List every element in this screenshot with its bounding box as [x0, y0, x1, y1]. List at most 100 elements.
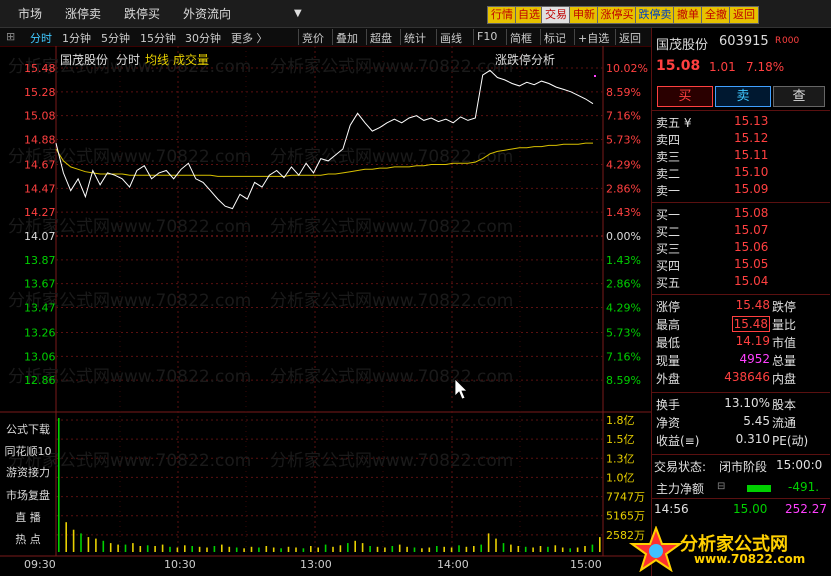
- tool-8[interactable]: +自选: [578, 30, 609, 46]
- volume-bar: [391, 546, 394, 552]
- query-button[interactable]: 查: [773, 86, 825, 107]
- menu-button-2[interactable]: 交易: [541, 6, 571, 24]
- pct-axis-label: 1.43%: [606, 206, 641, 219]
- tab-timeshare[interactable]: 分时: [30, 30, 52, 46]
- side-button-3[interactable]: 市场复盘: [2, 487, 54, 503]
- tool-9[interactable]: 返回: [619, 30, 641, 46]
- menu-button-3[interactable]: 申新: [569, 6, 599, 24]
- volume-bar: [569, 548, 571, 552]
- volume-bar: [398, 544, 401, 552]
- time-axis-label: 09:30: [24, 558, 56, 571]
- menu-button-1[interactable]: 自选: [515, 6, 543, 24]
- trade-status-label: 交易状态:: [654, 460, 707, 474]
- tool-6[interactable]: 简框: [510, 30, 532, 46]
- tool-4[interactable]: 画线: [440, 30, 462, 46]
- toolbar-separator: [574, 29, 575, 45]
- side-button-2[interactable]: 游资接力: [2, 464, 54, 480]
- volume-bar: [480, 544, 482, 552]
- volume-bar: [502, 543, 505, 552]
- price-axis-label: 14.67: [24, 159, 56, 172]
- quote-change: 1.01: [709, 60, 736, 74]
- tool-2[interactable]: 超盘: [370, 30, 392, 46]
- menu-button-4[interactable]: 涨停买: [597, 6, 637, 24]
- tool-1[interactable]: 叠加: [336, 30, 358, 46]
- toolbar-separator: [473, 29, 474, 45]
- side-button-1[interactable]: 同花顺10: [2, 443, 54, 459]
- stat2-value: 0.310: [735, 432, 770, 446]
- menu-button-7[interactable]: 全撤: [701, 6, 731, 24]
- expand-icon[interactable]: ⊞: [6, 30, 15, 43]
- stat2-label-2: PE(动): [772, 434, 809, 448]
- ask-price: 15.12: [734, 131, 769, 145]
- menu-foreign-flow[interactable]: 外资流向: [183, 5, 231, 22]
- quote-price: 15.08: [656, 58, 701, 74]
- menu-button-0[interactable]: 行情: [487, 6, 517, 24]
- bid-price: 15.07: [734, 223, 769, 237]
- tab-30min[interactable]: 30分钟: [185, 30, 221, 46]
- volume-bar: [317, 547, 319, 552]
- buy-button[interactable]: 买: [657, 86, 713, 107]
- stat2-value: 13.10%: [724, 396, 770, 410]
- pct-axis-label: 4.29%: [606, 159, 641, 172]
- side-button-4[interactable]: 直 播: [2, 509, 54, 525]
- menu-limit-down-buy[interactable]: 跌停买: [124, 5, 160, 22]
- trade-status-value: 闭市阶段: [719, 460, 768, 474]
- sell-button[interactable]: 卖: [715, 86, 771, 107]
- side-button-5[interactable]: 热 点: [2, 531, 54, 547]
- pct-axis-label: 5.73%: [606, 133, 641, 146]
- quote-stock-name: 国茂股份: [656, 38, 709, 53]
- tab-5min[interactable]: 5分钟: [101, 30, 130, 46]
- menu-market[interactable]: 市场: [18, 5, 42, 22]
- volume-axis-label: 1.5亿: [606, 433, 635, 446]
- tool-5[interactable]: F10: [477, 30, 497, 43]
- volume-bar: [250, 546, 253, 552]
- pct-axis-label: 0.00%: [606, 230, 641, 243]
- volume-axis-label: 1.3亿: [606, 452, 635, 465]
- volume-bar: [473, 546, 475, 552]
- volume-bar: [591, 544, 594, 552]
- volume-bar: [413, 547, 416, 552]
- volume-bar: [532, 547, 534, 552]
- volume-bar: [80, 533, 82, 552]
- volume-bar: [384, 547, 386, 552]
- pct-axis-label: 5.73%: [606, 327, 641, 340]
- tool-0[interactable]: 竞价: [302, 30, 324, 46]
- volume-bar: [221, 544, 223, 552]
- price-axis-label: 13.67: [24, 278, 56, 291]
- menu-button-5[interactable]: 跌停卖: [635, 6, 675, 24]
- watermark-text: 分析家公式网www.70822.com: [270, 367, 513, 387]
- time-axis-label: 13:00: [300, 558, 332, 571]
- stat-value: 4952: [739, 352, 770, 366]
- tab-more[interactable]: 更多 〉: [231, 30, 268, 46]
- volume-bar: [465, 546, 468, 552]
- price-axis-label: 15.28: [24, 86, 56, 99]
- netflow-toggle-icon: ⊟: [717, 481, 726, 492]
- menu-button-6[interactable]: 撤单: [673, 6, 703, 24]
- volume-bar: [443, 546, 445, 552]
- pct-axis-label: 1.43%: [606, 254, 641, 267]
- side-button-0[interactable]: 公式下载: [2, 421, 54, 437]
- menu-button-8[interactable]: 返回: [729, 6, 759, 24]
- chart-stock-name: 国茂股份: [60, 53, 109, 67]
- dropdown-arrow-icon[interactable]: ▼: [294, 8, 302, 19]
- stat2-label: 换手: [656, 398, 681, 412]
- tab-15min[interactable]: 15分钟: [140, 30, 176, 46]
- tool-7[interactable]: 标记: [544, 30, 566, 46]
- watermark-text: 分析家公式网www.70822.com: [270, 217, 513, 237]
- tab-1min[interactable]: 1分钟: [62, 30, 91, 46]
- limit-analysis-label[interactable]: 涨跌停分析: [495, 51, 555, 68]
- panel-divider: [652, 454, 830, 455]
- netflow-bar: [747, 485, 771, 492]
- volume-bar: [169, 546, 171, 552]
- ask-label: 卖五 ¥: [656, 116, 692, 130]
- price-axis-label: 14.88: [24, 133, 56, 146]
- volume-bar: [524, 546, 527, 552]
- bid-price: 15.08: [734, 206, 769, 220]
- menu-limit-up-sell[interactable]: 涨停卖: [65, 5, 101, 22]
- ask-price: 15.09: [734, 182, 769, 196]
- timeshare-chart[interactable]: 分析家公式网www.70822.com 分析家公式网www.70822.com 分析…: [0, 46, 651, 576]
- price-axis-label: 13.06: [24, 350, 56, 363]
- price-axis-label: 13.47: [24, 301, 56, 314]
- tool-3[interactable]: 统计: [404, 30, 426, 46]
- volume-bar: [95, 538, 97, 552]
